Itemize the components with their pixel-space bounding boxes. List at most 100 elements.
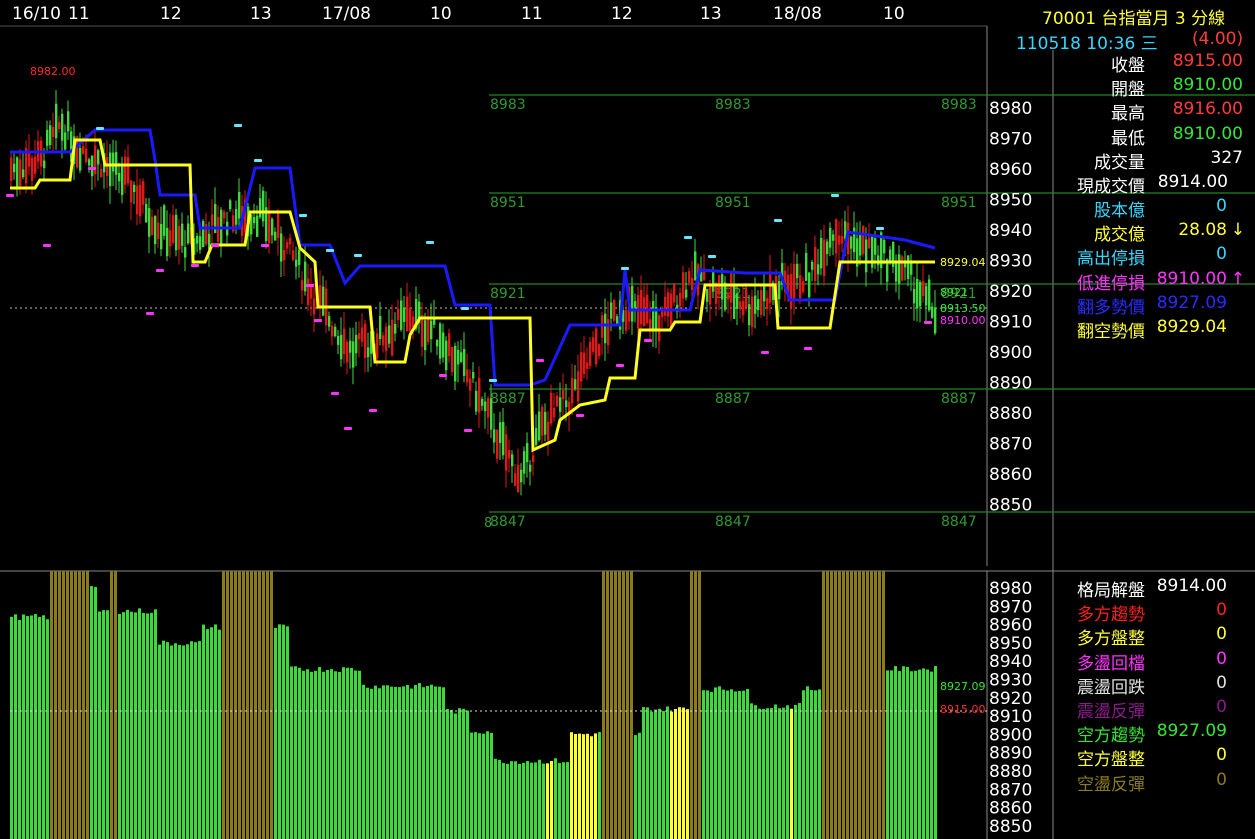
candle-body [799, 275, 802, 299]
cyan-marker [96, 127, 104, 130]
candle-body [496, 429, 499, 459]
indicator-bar [662, 711, 665, 839]
candle-body [439, 323, 442, 359]
candle-body [868, 237, 871, 249]
indicator-bar [730, 689, 733, 839]
candle-body [130, 180, 133, 203]
indicator-bar [402, 686, 405, 839]
candle-body [913, 289, 916, 304]
candle-body [727, 292, 730, 300]
price-tick-top: 8890 [989, 374, 1032, 394]
candle-body [814, 246, 817, 282]
candle-body [559, 397, 562, 412]
candle-body [292, 250, 295, 261]
candle-body [427, 316, 430, 342]
indicator-bar [514, 761, 517, 839]
indicator-bar [106, 610, 109, 839]
indicator-bar [470, 732, 473, 839]
indicator-bar [706, 690, 709, 839]
candle-body [157, 222, 160, 240]
indicator-bar [574, 734, 577, 839]
chart-canvas[interactable]: 8983 8983 89838951 8951 89518921 8921 89218887… [0, 0, 1255, 839]
candle-body [637, 295, 640, 329]
indicator-bar [598, 732, 601, 839]
time-tick: 10 [883, 4, 905, 24]
candle-body [46, 129, 49, 146]
indicator-bar [858, 571, 861, 839]
indicator-bar [398, 687, 401, 839]
indicator-bar [158, 644, 161, 839]
indicator-bar [406, 684, 409, 839]
candle-body [499, 422, 502, 443]
indicator-bar [154, 609, 157, 839]
candle-body [550, 392, 553, 424]
magenta-marker [439, 374, 447, 377]
indicator-bar [734, 691, 737, 839]
indicator-bar [538, 759, 541, 839]
indicator-bar [346, 667, 349, 839]
candle-body [160, 223, 163, 250]
price-tick-bottom: 8930 [989, 671, 1032, 691]
panel-label: 空方趨勢 [1077, 726, 1145, 747]
indicator-bar [794, 704, 797, 839]
indicator-bar [578, 733, 581, 839]
indicator-bar [810, 690, 813, 839]
magenta-marker [536, 359, 544, 362]
price-tick-bottom: 8860 [989, 799, 1032, 819]
magenta-marker [191, 264, 199, 267]
candle-body [883, 240, 886, 254]
indicator-bar [918, 669, 921, 839]
candle-body [400, 300, 403, 330]
indicator-bar [634, 735, 637, 839]
indicator-bar [802, 690, 805, 839]
indicator-bar [178, 644, 181, 839]
time-tick: 18/08 [773, 4, 822, 24]
candle-body [22, 169, 25, 178]
candle-body [58, 122, 61, 129]
candle-body [820, 237, 823, 269]
indicator-bar [322, 671, 325, 839]
candle-body [493, 429, 496, 443]
cyan-marker [299, 214, 307, 217]
candle-body [901, 256, 904, 281]
candle-body [928, 279, 931, 311]
indicator-bar [246, 571, 249, 839]
indicator-bar [618, 571, 621, 839]
candle-body [934, 307, 937, 334]
candle-body [895, 260, 898, 282]
indicator-bar [726, 690, 729, 839]
candle-body [109, 152, 112, 187]
indicator-bar [230, 571, 233, 839]
symbol-title: 70001 台指當月 3 分線 [1042, 9, 1226, 29]
candle-body [757, 299, 760, 311]
panel-label: 成交億 [1094, 225, 1145, 246]
indicator-bar [458, 708, 461, 839]
price-tick-top: 8950 [989, 191, 1032, 211]
indicator-bar [150, 612, 153, 839]
yellow-price-tag: 8929.04 [940, 256, 986, 269]
indicator-bar [650, 711, 653, 839]
indicator-bar [210, 627, 213, 839]
indicator-bar [26, 616, 29, 839]
candle-body [463, 349, 466, 376]
indicator-bar [766, 708, 769, 839]
level-label-1-0: 8983 [490, 97, 526, 113]
indicator-bar [670, 711, 673, 839]
indicator-bar [698, 571, 701, 839]
indicator-bar [66, 571, 69, 839]
candle-body [424, 320, 427, 351]
price-tick-bottom: 8910 [989, 707, 1032, 727]
indicator-bar [870, 571, 873, 839]
indicator-bar [326, 670, 329, 839]
price-tick-top: 8960 [989, 160, 1032, 180]
candle-body [313, 298, 316, 315]
indicator-bar [778, 708, 781, 839]
indicator-bar [506, 763, 509, 839]
candle-body [616, 316, 619, 324]
level-label-5-1: 8847 [715, 514, 751, 530]
level-label-2-1: 8951 [715, 195, 751, 211]
candle-body [859, 233, 862, 256]
indicator-bar [262, 571, 265, 839]
indicator-bar [266, 571, 269, 839]
candle-body [571, 377, 574, 404]
